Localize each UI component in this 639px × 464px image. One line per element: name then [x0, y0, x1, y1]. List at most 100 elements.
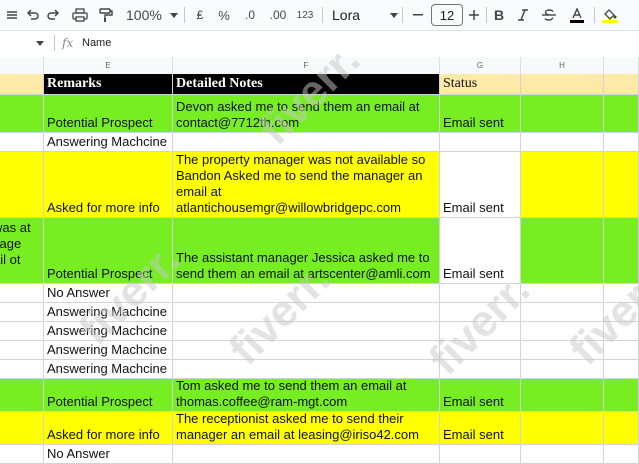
cell-notes[interactable] [173, 303, 440, 322]
cell-d[interactable] [0, 412, 44, 445]
column-header-e[interactable]: E [44, 57, 173, 74]
text-color-button[interactable] [568, 3, 586, 27]
cell-i[interactable] [604, 379, 639, 412]
cell-notes[interactable] [173, 133, 440, 152]
cell-remarks[interactable]: Potential Prospect [44, 218, 173, 284]
header-remarks[interactable]: Remarks [44, 74, 173, 95]
cell-remarks[interactable]: No Answer [44, 445, 173, 464]
cell-remarks[interactable]: No Answer [44, 284, 173, 303]
cell-i[interactable] [604, 218, 639, 284]
currency-button[interactable]: ₤ [192, 3, 208, 27]
cell-i[interactable] [604, 152, 639, 218]
percent-button[interactable]: % [216, 3, 232, 27]
menu-icon[interactable] [2, 3, 22, 27]
cell-notes[interactable]: Tom asked me to send them an email at th… [173, 379, 440, 412]
cell-h[interactable] [521, 445, 604, 464]
bold-button[interactable]: B [490, 3, 508, 27]
cell-h[interactable] [521, 133, 604, 152]
formula-input[interactable]: Name [82, 37, 111, 49]
undo-icon[interactable] [22, 3, 42, 27]
cell-notes[interactable] [173, 284, 440, 303]
cell-remarks[interactable]: Answering Machcine [44, 360, 173, 379]
cell-status[interactable] [440, 341, 521, 360]
font-size-input[interactable]: 12 [431, 4, 463, 26]
cell-status[interactable] [440, 303, 521, 322]
cell-status[interactable] [440, 445, 521, 464]
zoom-select[interactable]: 100% [120, 3, 182, 27]
paint-format-icon[interactable] [96, 3, 116, 27]
column-header-d[interactable] [0, 57, 44, 74]
header-cell-d[interactable] [0, 74, 44, 95]
cell-notes[interactable]: The assistant manager Jessica asked me t… [173, 218, 440, 284]
cell-h[interactable] [521, 360, 604, 379]
cell-remarks[interactable]: Potential Prospect [44, 95, 173, 133]
cell-status[interactable]: Email sent [440, 152, 521, 218]
cell-h[interactable] [521, 303, 604, 322]
cell-i[interactable] [604, 133, 639, 152]
cell-notes[interactable]: The receptionist asked me to send their … [173, 412, 440, 445]
cell-notes[interactable] [173, 322, 440, 341]
column-header-h[interactable]: H [521, 57, 604, 74]
cell-status[interactable] [440, 133, 521, 152]
cell-status[interactable] [440, 360, 521, 379]
cell-notes[interactable] [173, 360, 440, 379]
increase-decimal-button[interactable]: .00 [266, 3, 290, 27]
cell-d[interactable]: was at sage ail ot [0, 218, 44, 284]
column-header-g[interactable]: G [440, 57, 521, 74]
strikethrough-button[interactable] [540, 3, 558, 27]
cell-h[interactable] [521, 152, 604, 218]
cell-i[interactable] [604, 322, 639, 341]
cell-i[interactable] [604, 95, 639, 133]
cell-h[interactable] [521, 341, 604, 360]
column-header-f[interactable]: F [173, 57, 440, 74]
cell-d[interactable] [0, 303, 44, 322]
cell-status[interactable]: Email sent [440, 412, 521, 445]
header-status[interactable]: Status [440, 74, 521, 95]
cell-d[interactable] [0, 445, 44, 464]
number-format-button[interactable]: 123 [294, 3, 316, 27]
cell-notes[interactable]: The property manager was not available s… [173, 152, 440, 218]
cell-h[interactable] [521, 95, 604, 133]
cell-h[interactable] [521, 412, 604, 445]
decrease-font-size-button[interactable] [410, 3, 426, 27]
cell-d[interactable] [0, 152, 44, 218]
cell-h[interactable] [521, 322, 604, 341]
column-header-i[interactable] [604, 57, 639, 74]
cell-d[interactable] [0, 379, 44, 412]
redo-icon[interactable] [44, 3, 64, 27]
cell-i[interactable] [604, 360, 639, 379]
cell-notes[interactable] [173, 445, 440, 464]
chevron-down-icon[interactable] [36, 41, 44, 46]
italic-button[interactable] [514, 3, 532, 27]
cell-notes[interactable] [173, 341, 440, 360]
cell-notes[interactable]: Devon asked me to send them an email at … [173, 95, 440, 133]
print-icon[interactable] [70, 3, 90, 27]
increase-font-size-button[interactable] [466, 3, 482, 27]
header-cell-h[interactable] [521, 74, 604, 95]
decrease-decimal-button[interactable]: .0 [240, 3, 260, 27]
cell-remarks[interactable]: Answering Machcine [44, 303, 173, 322]
cell-status[interactable] [440, 284, 521, 303]
cell-i[interactable] [604, 412, 639, 445]
cell-h[interactable] [521, 379, 604, 412]
cell-remarks[interactable]: Answering Machcine [44, 341, 173, 360]
cell-remarks[interactable]: Asked for more info [44, 152, 173, 218]
cell-d[interactable] [0, 95, 44, 133]
cell-status[interactable]: Email sent [440, 218, 521, 284]
cell-d[interactable] [0, 284, 44, 303]
cell-status[interactable] [440, 322, 521, 341]
cell-remarks[interactable]: Answering Machcine [44, 133, 173, 152]
cell-i[interactable] [604, 341, 639, 360]
cell-d[interactable] [0, 133, 44, 152]
cell-status[interactable]: Email sent [440, 379, 521, 412]
cell-i[interactable] [604, 303, 639, 322]
cell-d[interactable] [0, 341, 44, 360]
cell-i[interactable] [604, 284, 639, 303]
cell-remarks[interactable]: Potential Prospect [44, 379, 173, 412]
cell-remarks[interactable]: Asked for more info [44, 412, 173, 445]
fill-color-button[interactable] [600, 3, 620, 27]
cell-d[interactable] [0, 322, 44, 341]
cell-d[interactable] [0, 360, 44, 379]
cell-status[interactable]: Email sent [440, 95, 521, 133]
header-notes[interactable]: Detailed Notes [173, 74, 440, 95]
